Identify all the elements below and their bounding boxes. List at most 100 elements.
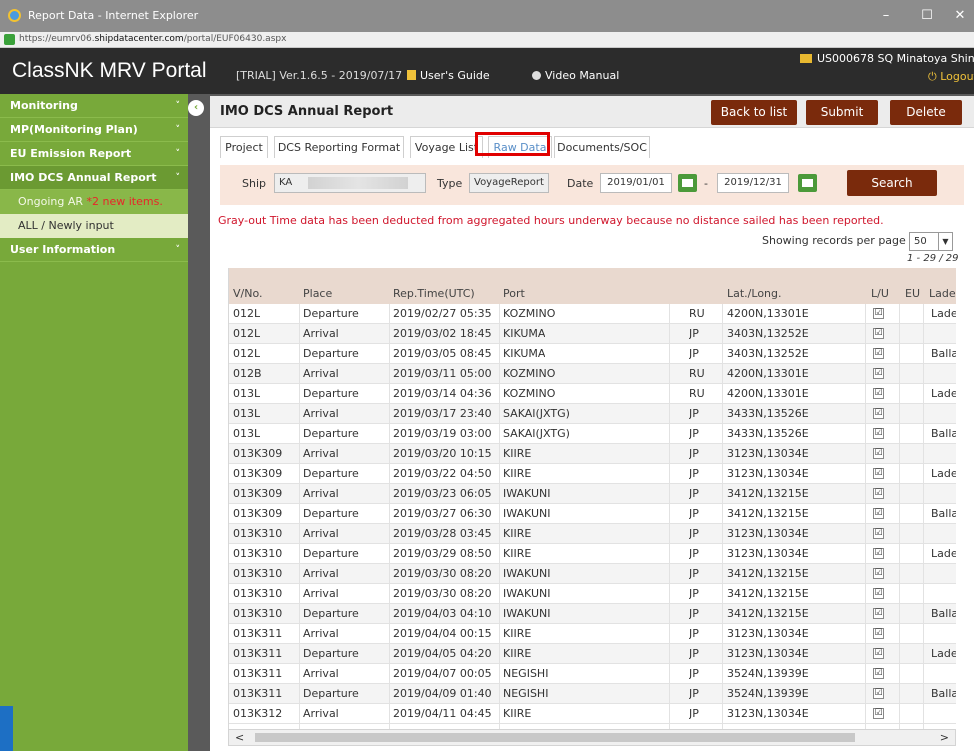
lu-checkbox[interactable]: ☑ [873,388,884,399]
lu-checkbox[interactable]: ☑ [873,528,884,539]
search-button[interactable]: Search [847,170,937,196]
tab-documents-soc[interactable]: Documents/SOC [554,136,650,158]
lu-checkbox[interactable]: ☑ [873,568,884,579]
sidebar-item-mp[interactable]: MP(Monitoring Plan) ˅ [0,118,188,142]
table-row[interactable]: 013K309 Departure 2019/03/27 06:30 IWAKUNI J… [229,504,956,524]
table-row[interactable]: 012B Arrival 2019/03/11 05:00 KOZMINO RU 4200… [229,364,956,384]
logout-link[interactable]: ⏻ Logout [928,70,974,84]
date-from-input[interactable]: 2019/01/01 [600,173,672,193]
table-row[interactable]: 013L Departure 2019/03/19 03:00 SAKAI(JXTG)… [229,424,956,444]
chevron-down-icon: ˅ [175,149,181,159]
horizontal-scrollbar[interactable]: < > [228,729,956,746]
delete-button[interactable]: Delete [890,100,962,125]
calendar-from-icon[interactable] [678,174,697,192]
sidebar-item-user-information[interactable]: User Information ˅ [0,238,188,262]
lu-checkbox[interactable]: ☑ [873,648,884,659]
lu-checkbox[interactable]: ☑ [873,668,884,679]
lu-checkbox[interactable]: ☑ [873,588,884,599]
column-divider [899,304,900,729]
table-row[interactable]: 013K309 Arrival 2019/03/23 06:05 IWAKUNI JP 3… [229,484,956,504]
sidebar-item-monitoring[interactable]: Monitoring ˅ [0,94,188,118]
cell-rep-time: 2019/04/07 00:05 [393,667,492,680]
lu-checkbox[interactable]: ☑ [873,708,884,719]
table-row[interactable]: 013K311 Arrival 2019/04/04 00:15 KIIRE JP 312… [229,624,956,644]
portal-brand[interactable]: ClassNK MRV Portal [12,59,207,83]
column-header-laden[interactable]: Laden [929,287,956,300]
type-field[interactable]: VoyageReport [469,173,549,193]
cell-vno: 013K310 [233,587,283,600]
column-header-rep-time[interactable]: Rep.Time(UTC) [393,287,475,300]
sidebar-item-imo-dcs[interactable]: IMO DCS Annual Report ˅ [0,166,188,190]
column-header-lu[interactable]: L/U [871,287,889,300]
lu-checkbox[interactable]: ☑ [873,628,884,639]
lu-checkbox[interactable]: ☑ [873,348,884,359]
sidebar-subitem-all-newly-input[interactable]: ALL / Newly input [0,214,188,238]
table-row[interactable]: 013K309 Departure 2019/03/22 04:50 KIIRE JP 3… [229,464,956,484]
column-divider [389,304,390,729]
calendar-to-icon[interactable] [798,174,817,192]
column-header-lat-long[interactable]: Lat./Long. [727,287,782,300]
tab-voyage-list[interactable]: Voyage List [410,136,483,158]
lu-checkbox[interactable]: ☑ [873,508,884,519]
table-row[interactable]: 013K311 Arrival 2019/04/07 00:05 NEGISHI JP 3… [229,664,956,684]
table-row[interactable]: 013K311 Departure 2019/04/05 04:20 KIIRE JP 3… [229,644,956,664]
cell-vno: 013L [233,407,261,420]
table-row[interactable]: 013K309 Arrival 2019/03/20 10:15 KIIRE JP 312… [229,444,956,464]
lu-checkbox[interactable]: ☑ [873,408,884,419]
address-bar[interactable]: https://eumrv06.shipdatacenter.com/porta… [0,32,974,48]
address-url[interactable]: https://eumrv06.shipdatacenter.com/porta… [19,34,286,44]
date-to-input[interactable]: 2019/12/31 [717,173,789,193]
column-header-place[interactable]: Place [303,287,332,300]
warning-message: Gray-out Time data has been deducted fro… [218,214,884,227]
column-header-vno[interactable]: V/No. [233,287,263,300]
lu-checkbox[interactable]: ☑ [873,488,884,499]
version-label: [TRIAL] Ver.1.6.5 - 2019/07/17 [236,69,403,82]
minimize-button[interactable]: – [869,4,903,28]
lu-checkbox[interactable]: ☑ [873,308,884,319]
lu-checkbox[interactable]: ☑ [873,328,884,339]
column-header-eu[interactable]: EU [905,287,920,300]
table-row[interactable]: 013K310 Arrival 2019/03/28 03:45 KIIRE JP 312… [229,524,956,544]
table-row[interactable]: 013L Departure 2019/03/14 04:36 KOZMINO RU 42… [229,384,956,404]
cell-lat-long: 3123N,13034E [727,707,809,720]
table-row[interactable]: 013K310 Arrival 2019/03/30 08:20 IWAKUNI JP 3… [229,564,956,584]
lu-checkbox[interactable]: ☑ [873,448,884,459]
sidebar-item-eu-emission[interactable]: EU Emission Report ˅ [0,142,188,166]
table-row[interactable]: 013K310 Arrival 2019/03/30 08:20 IWAKUNI JP 3… [229,584,956,604]
table-row[interactable]: 013K311 Departure 2019/04/09 01:40 NEGISHI J… [229,684,956,704]
window-titlebar: Report Data - Internet Explorer – ☐ ✕ [0,0,974,32]
lu-checkbox[interactable]: ☑ [873,548,884,559]
cell-port: NEGISHI [503,687,549,700]
records-per-page-select[interactable]: 50 ▼ [909,232,953,251]
table-row[interactable]: 012L Arrival 2019/03/02 18:45 KIKUMA JP 3403N… [229,324,956,344]
scrollbar-thumb[interactable] [255,733,855,742]
lu-checkbox[interactable]: ☑ [873,428,884,439]
lu-checkbox[interactable]: ☑ [873,688,884,699]
column-header-port[interactable]: Port [503,287,525,300]
table-row[interactable]: 013L Arrival 2019/03/17 23:40 SAKAI(JXTG) JP… [229,404,956,424]
close-window-button[interactable]: ✕ [946,4,974,28]
maximize-button[interactable]: ☐ [910,4,944,28]
table-row[interactable]: 012L Departure 2019/03/05 08:45 KIKUMA JP 340… [229,344,956,364]
table-row[interactable]: 013K312 Arrival 2019/04/11 04:45 KIIRE JP 312… [229,704,956,724]
sidebar-collapse-button[interactable]: ‹ [188,100,204,116]
scroll-left-icon[interactable]: < [235,731,244,744]
submit-button[interactable]: Submit [806,100,878,125]
ship-field[interactable]: KA [274,173,426,193]
tab-project[interactable]: Project [220,136,268,158]
cell-country: JP [689,447,699,460]
table-row[interactable]: 013K310 Departure 2019/04/03 04:10 IWAKUNI J… [229,604,956,624]
chevron-down-icon: ˅ [175,125,181,135]
lu-checkbox[interactable]: ☑ [873,368,884,379]
users-guide-link[interactable]: User's Guide [407,69,490,82]
video-manual-link[interactable]: Video Manual [532,69,619,82]
back-to-list-button[interactable]: Back to list [711,100,797,125]
table-row[interactable]: 012L Departure 2019/02/27 05:35 KOZMINO RU 42… [229,304,956,324]
scroll-right-icon[interactable]: > [940,731,949,744]
table-row[interactable]: 013K310 Departure 2019/03/29 08:50 KIIRE JP 3… [229,544,956,564]
sidebar-subitem-ongoing-ar[interactable]: Ongoing AR *2 new items. [0,190,188,214]
cell-port: SAKAI(JXTG) [503,407,570,420]
lu-checkbox[interactable]: ☑ [873,608,884,619]
lu-checkbox[interactable]: ☑ [873,468,884,479]
tab-dcs-reporting-format[interactable]: DCS Reporting Format [274,136,404,158]
